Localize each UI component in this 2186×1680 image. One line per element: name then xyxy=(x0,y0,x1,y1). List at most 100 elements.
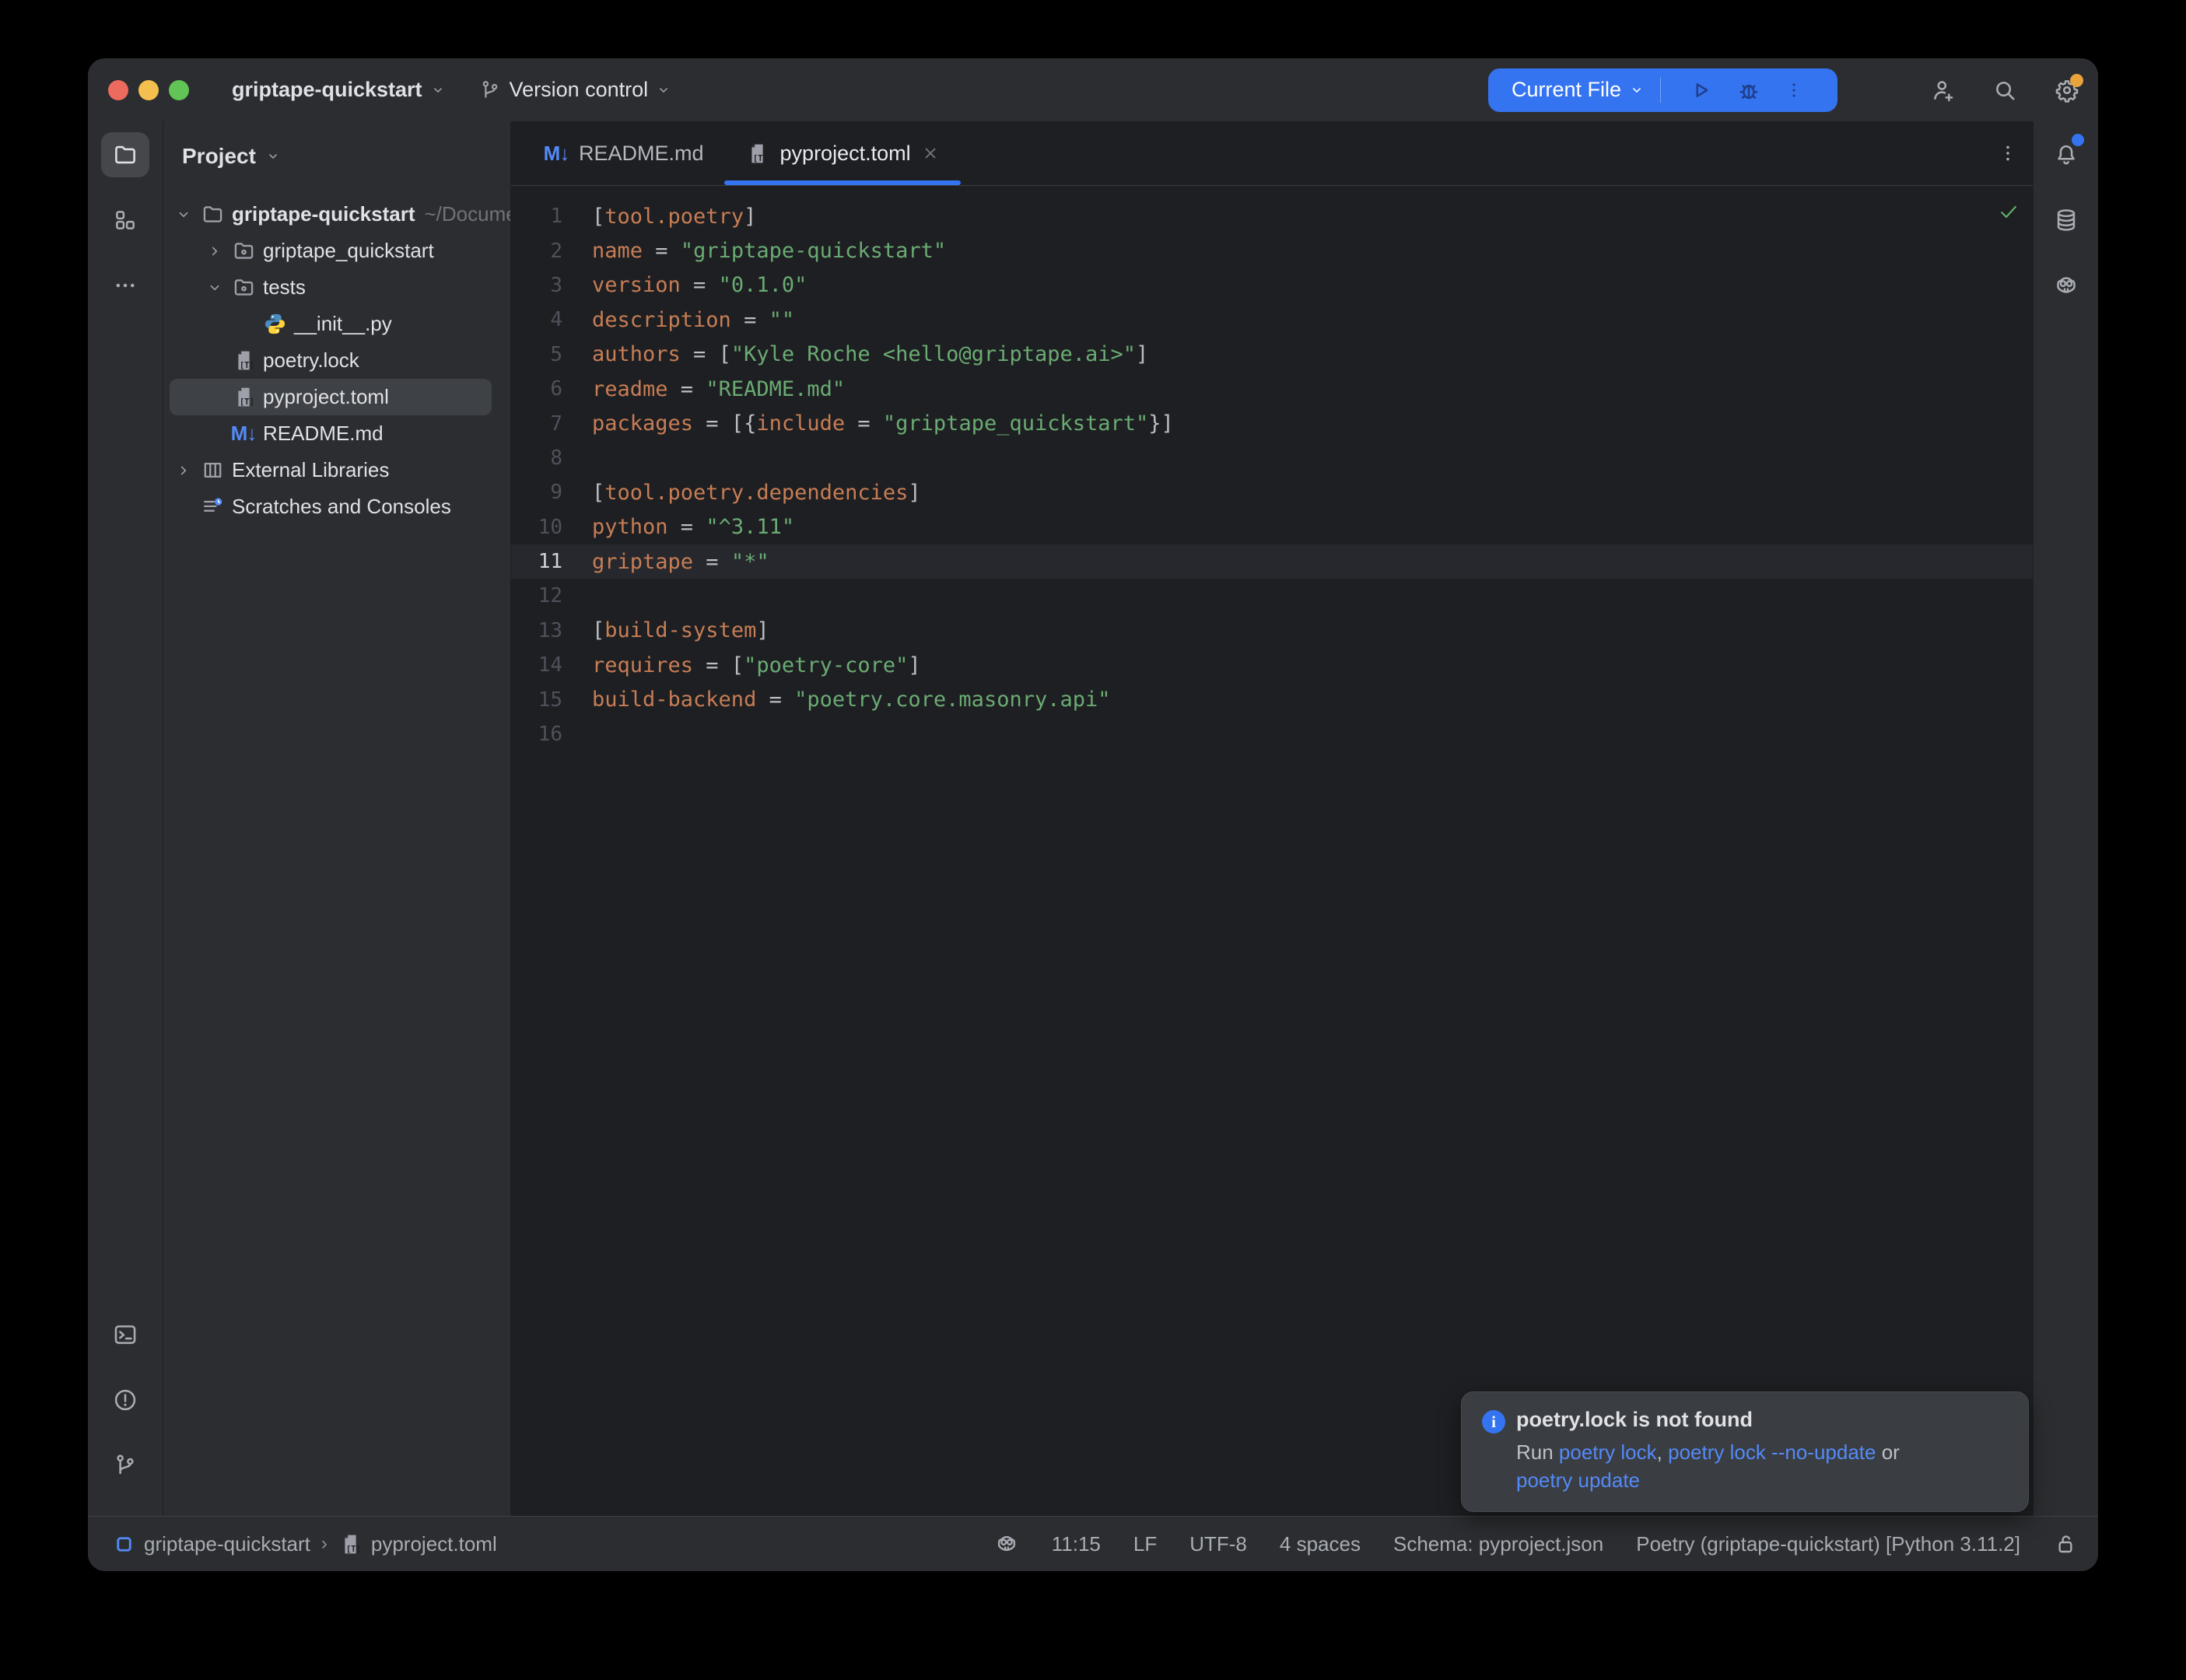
chevron-down-icon xyxy=(265,149,281,164)
status-widget-file-encoding[interactable]: UTF-8 xyxy=(1189,1532,1247,1556)
unlock-icon xyxy=(2053,1531,2078,1556)
breadcrumbs: griptape-quickstart › [T] pyproject.toml xyxy=(111,1531,497,1556)
tab-pyproject-toml[interactable]: [T] pyproject.toml xyxy=(724,121,961,185)
package-folder-icon xyxy=(229,273,258,303)
status-widget-copilot-status[interactable] xyxy=(994,1531,1019,1556)
zoom-window-button[interactable] xyxy=(169,80,189,100)
breadcrumb-griptape-quickstart[interactable]: griptape-quickstart xyxy=(111,1531,310,1556)
code-token: = [ xyxy=(681,342,731,366)
inspections-ok-icon[interactable] xyxy=(1997,200,2020,223)
problems-icon[interactable] xyxy=(101,1377,149,1423)
chevron-down-icon[interactable] xyxy=(201,274,229,302)
project-tree: griptape-quickstart ~/Docume griptape_qu… xyxy=(163,196,510,525)
tree-item-tests[interactable]: tests xyxy=(170,269,492,306)
minimize-window-button[interactable] xyxy=(138,80,159,100)
code-token: [ xyxy=(592,205,604,229)
code-token: = xyxy=(668,515,706,539)
settings-icon[interactable] xyxy=(2054,77,2080,103)
tree-item-label: griptape_quickstart xyxy=(263,239,434,263)
code-token: }] xyxy=(1148,411,1174,436)
tree-item-griptape-quickstart[interactable]: griptape_quickstart xyxy=(170,233,492,269)
chevron-spacer xyxy=(232,310,260,338)
vcs-widget[interactable]: Version control xyxy=(478,78,672,102)
python-file-icon xyxy=(260,310,289,339)
code-line: 5 authors = ["Kyle Roche <hello@griptape… xyxy=(511,338,2033,372)
code-token: include xyxy=(756,411,845,436)
toml-file-icon: [T] xyxy=(744,140,771,166)
database-icon[interactable] xyxy=(2042,198,2090,243)
code-line: 13 [build-system] xyxy=(511,614,2033,648)
more-icon[interactable] xyxy=(101,263,149,308)
structure-icon[interactable] xyxy=(101,198,149,243)
code-editor[interactable]: 1 [tool.poetry] 2 name = "griptape-quick… xyxy=(511,186,2033,1516)
debug-icon[interactable] xyxy=(1736,77,1762,103)
terminal-icon[interactable] xyxy=(101,1312,149,1357)
code-token: = xyxy=(681,273,719,297)
tree-item-init-py[interactable]: __init__.py xyxy=(170,306,492,342)
divider xyxy=(1660,78,1661,103)
project-panel-header[interactable]: Project xyxy=(163,121,510,191)
notification-title: poetry.lock is not found xyxy=(1516,1408,1900,1432)
status-widget-cursor-position[interactable]: 11:15 xyxy=(1052,1532,1101,1556)
run-widget[interactable]: Current File xyxy=(1488,68,1837,112)
chevron-right-icon[interactable] xyxy=(201,237,229,265)
main-area: Project griptape-quickstart ~/Docume gri… xyxy=(88,121,2098,1516)
code-token: version xyxy=(592,273,681,297)
tab-readme-md[interactable]: M↓ README.md xyxy=(523,121,724,185)
chevron-down-icon xyxy=(656,82,671,98)
status-widget-indent[interactable]: 4 spaces xyxy=(1280,1532,1361,1556)
notifications-bell-icon[interactable] xyxy=(2042,132,2090,177)
status-widget-write-access[interactable] xyxy=(2053,1531,2078,1556)
code-line: 15 build-backend = "poetry.core.masonry.… xyxy=(511,682,2033,716)
tree-item-pyproject-toml[interactable]: [T] pyproject.toml xyxy=(170,379,492,415)
line-number: 6 xyxy=(511,377,586,401)
copilot-icon[interactable] xyxy=(2042,263,2090,308)
notification-body: Run poetry lock, poetry lock --no-update… xyxy=(1516,1438,1900,1494)
code-token: ] xyxy=(1136,342,1148,366)
git-branch-icon[interactable] xyxy=(101,1443,149,1488)
tree-item-griptape-quickstart[interactable]: griptape-quickstart ~/Docume xyxy=(170,196,492,233)
line-number: 3 xyxy=(511,274,586,297)
folder-icon xyxy=(198,200,227,229)
tree-item-scratches-and-consoles[interactable]: Scratches and Consoles xyxy=(170,488,492,525)
close-icon[interactable] xyxy=(920,143,941,163)
run-config-selector[interactable]: Current File xyxy=(1512,78,1621,102)
status-widget-line-separator[interactable]: LF xyxy=(1133,1532,1157,1556)
status-widget-label: Poetry (griptape-quickstart) [Python 3.1… xyxy=(1636,1532,2020,1556)
chevron-right-icon[interactable] xyxy=(170,457,198,485)
tree-item-external-libraries[interactable]: External Libraries xyxy=(170,452,492,488)
breadcrumb-pyproject-toml[interactable]: [T] pyproject.toml xyxy=(338,1531,497,1556)
kebab-menu-icon[interactable] xyxy=(1997,142,2019,164)
chevron-down-icon[interactable] xyxy=(170,201,198,229)
code-token: "griptape_quickstart" xyxy=(883,411,1148,436)
project-folder-icon[interactable] xyxy=(101,132,149,177)
kebab-menu-icon[interactable] xyxy=(1784,77,1804,103)
svg-text:[T]: [T] xyxy=(753,153,768,163)
status-widget-python-interpreter[interactable]: Poetry (griptape-quickstart) [Python 3.1… xyxy=(1636,1532,2020,1556)
status-widget-json-schema[interactable]: Schema: pyproject.json xyxy=(1393,1532,1603,1556)
add-user-icon[interactable] xyxy=(1929,77,1956,103)
ide-window: griptape-quickstart Version control Curr… xyxy=(88,58,2098,1571)
chevron-spacer xyxy=(201,383,229,411)
code-token: "poetry.core.masonry.api" xyxy=(794,688,1110,712)
project-selector[interactable]: griptape-quickstart xyxy=(232,78,446,102)
link-poetry-lock-no-update[interactable]: poetry lock --no-update xyxy=(1668,1440,1876,1464)
search-icon[interactable] xyxy=(1992,77,2018,103)
titlebar-actions: Current File xyxy=(1488,68,2080,112)
tree-item-label: pyproject.toml xyxy=(263,385,389,409)
notification-text: or xyxy=(1876,1440,1899,1464)
link-poetry-lock[interactable]: poetry lock xyxy=(1559,1440,1657,1464)
left-toolbar xyxy=(88,121,163,1516)
close-window-button[interactable] xyxy=(108,80,128,100)
info-icon: i xyxy=(1482,1410,1505,1433)
chevron-spacer xyxy=(170,493,198,521)
line-number: 8 xyxy=(511,446,586,470)
line-number: 2 xyxy=(511,240,586,263)
tree-item-readme-md[interactable]: M↓ README.md xyxy=(170,415,492,452)
status-bar: griptape-quickstart › [T] pyproject.toml… xyxy=(88,1516,2098,1571)
tree-item-label: poetry.lock xyxy=(263,348,359,373)
link-poetry-update[interactable]: poetry update xyxy=(1516,1468,1640,1492)
run-icon[interactable] xyxy=(1687,77,1714,103)
status-widget-label: 11:15 xyxy=(1052,1532,1101,1556)
tree-item-poetry-lock[interactable]: [T] poetry.lock xyxy=(170,342,492,379)
